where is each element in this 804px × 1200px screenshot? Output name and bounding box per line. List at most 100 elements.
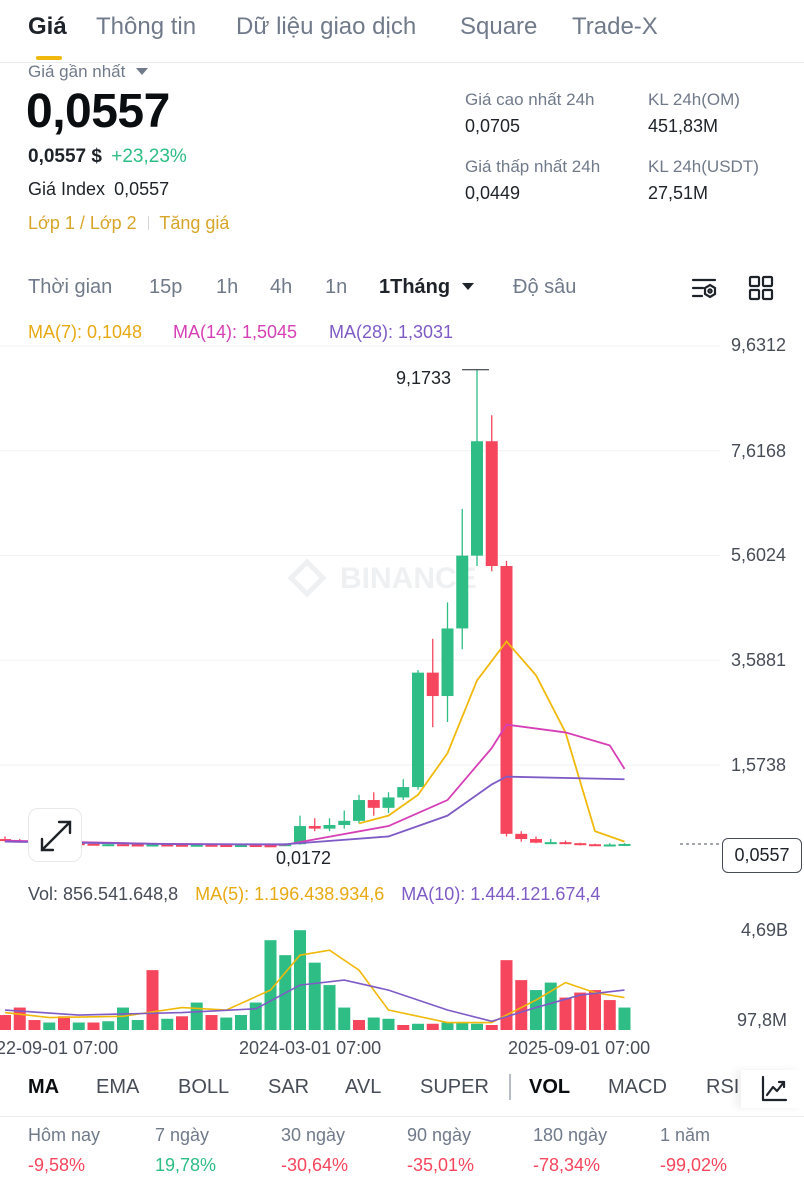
last-price-label: Giá gần nhất [28, 62, 126, 81]
volume-bar [131, 1020, 144, 1030]
index-price-row: Giá Index 0,0557 [28, 179, 169, 200]
candle-body [146, 844, 159, 847]
volume-bar [43, 1022, 56, 1030]
perf-value-7d: 19,78% [155, 1155, 217, 1175]
bullish-tag-link[interactable]: Tăng giá [159, 213, 229, 233]
indicator-avl[interactable]: AVL [345, 1076, 381, 1099]
indicator-boll[interactable]: BOLL [178, 1076, 229, 1099]
line-chart-icon [761, 1075, 788, 1102]
max-price-marker: 9,1733 [396, 368, 452, 388]
volume-bar [353, 1020, 365, 1030]
candle-body [441, 628, 454, 697]
volume-bar [161, 1018, 174, 1030]
volume-bar [72, 1022, 85, 1030]
volume-bar [412, 1023, 424, 1030]
index-label: Giá Index [28, 179, 106, 199]
volume-bar [28, 1020, 41, 1030]
ma28-line [4, 775, 625, 846]
candle-body [530, 839, 542, 843]
perf-label-today: Hôm nay [28, 1125, 101, 1145]
tab-trading-data[interactable]: Dữ liệu giao dịch [236, 13, 416, 41]
binance-logo-icon [287, 558, 327, 598]
current-price-tag: 0,0557 [722, 838, 802, 873]
volume-bar [176, 1016, 188, 1030]
layer-tag-link[interactable]: Lớp 1 / Lớp 2 [28, 213, 137, 233]
volume-bar [235, 1015, 247, 1030]
ma7-line [358, 640, 625, 843]
interval-1month-label: 1Tháng [379, 276, 451, 298]
interval-time[interactable]: Thời gian [28, 276, 112, 299]
last-price-dropdown[interactable]: Giá gần nhất [28, 62, 148, 82]
chart-settings-icon[interactable] [690, 275, 718, 308]
tab-trade-x[interactable]: Trade-X [572, 13, 658, 41]
price-chart[interactable]: BINANCE [0, 340, 804, 880]
vol-usdt-label: KL 24h(USDT) [648, 157, 759, 176]
candle-body [353, 800, 365, 821]
volume-bar [500, 960, 513, 1030]
indicator-ma[interactable]: MA [28, 1076, 59, 1099]
tab-price[interactable]: Giá [28, 13, 67, 41]
top-tab-bar: Giá Thông tin Dữ liệu giao dịch Square T… [0, 0, 804, 62]
volume-bar [87, 1022, 100, 1030]
candle-body [574, 843, 587, 846]
indicator-vol[interactable]: VOL [529, 1076, 570, 1099]
time-axis-label: 2025-09-01 07:00 [508, 1038, 651, 1058]
interval-15m[interactable]: 15p [149, 276, 182, 299]
interval-4h[interactable]: 4h [270, 276, 292, 299]
binance-watermark: BINANCE [340, 562, 477, 595]
volume-bar [441, 1022, 454, 1030]
candle-body [264, 845, 277, 848]
volume-bar [382, 1018, 395, 1030]
candle-body [426, 672, 439, 697]
indicator-ema[interactable]: EMA [96, 1076, 139, 1099]
indicator-super[interactable]: SUPER [420, 1076, 489, 1099]
candle-body [456, 555, 469, 629]
indicator-rsi[interactable]: RSI [706, 1076, 740, 1099]
vol-legend: Vol: 856.541.648,8 [28, 884, 179, 904]
volume-bar [485, 1025, 498, 1030]
interval-depth[interactable]: Độ sâu [513, 276, 576, 299]
candle-body [117, 844, 129, 847]
volume-bar [323, 985, 336, 1030]
change-percent: +23,23% [111, 146, 187, 167]
candle-body [308, 826, 321, 829]
price-axis-label: 3,5881 [731, 650, 787, 670]
volume-bar [367, 1017, 380, 1030]
interval-1h[interactable]: 1h [216, 276, 238, 299]
perf-label-7d: 7 ngày [155, 1125, 210, 1145]
volume-bar [117, 1007, 129, 1030]
candle-body [471, 441, 483, 556]
volume-legend: Vol: 856.541.648,8 MA(5): 1.196.438.934,… [28, 884, 600, 905]
interval-1d[interactable]: 1n [325, 276, 347, 299]
time-axis-label: 22-09-01 07:00 [0, 1038, 119, 1058]
volume-bar [574, 992, 587, 1030]
expand-icon [40, 820, 72, 852]
indicator-separator [509, 1074, 511, 1100]
volume-axis-label: 97,8M [737, 1010, 788, 1030]
tab-info[interactable]: Thông tin [96, 13, 196, 41]
candle-body [515, 833, 528, 840]
layout-grid-icon[interactable] [748, 275, 774, 306]
indicator-sar[interactable]: SAR [268, 1076, 309, 1099]
interval-1month[interactable]: 1Tháng [379, 276, 474, 299]
volume-chart[interactable] [0, 905, 804, 1033]
chevron-down-icon [135, 68, 148, 75]
fullscreen-button[interactable] [28, 808, 82, 862]
perf-label-180d: 180 ngày [533, 1125, 608, 1145]
perf-value-today: -9,58% [28, 1155, 86, 1175]
candle-body [102, 844, 115, 847]
vol-ma10-legend: MA(10): 1.444.121.674,4 [401, 884, 601, 904]
candle-body [485, 441, 498, 567]
candle-body [367, 800, 380, 808]
candle-body [603, 844, 616, 847]
indicator-settings-button[interactable] [741, 1070, 804, 1108]
active-tab-indicator [36, 56, 62, 60]
indicator-macd[interactable]: MACD [608, 1076, 667, 1099]
volume-bar [220, 1017, 233, 1030]
high-24h-value: 0,0705 [465, 116, 521, 136]
candle-body [412, 672, 424, 788]
tab-square[interactable]: Square [460, 13, 537, 41]
price-axis-label: 5,6024 [731, 545, 787, 565]
perf-value-90d: -35,01% [407, 1155, 475, 1175]
tag-row: Lớp 1 / Lớp 2 Tăng giá [28, 213, 229, 234]
